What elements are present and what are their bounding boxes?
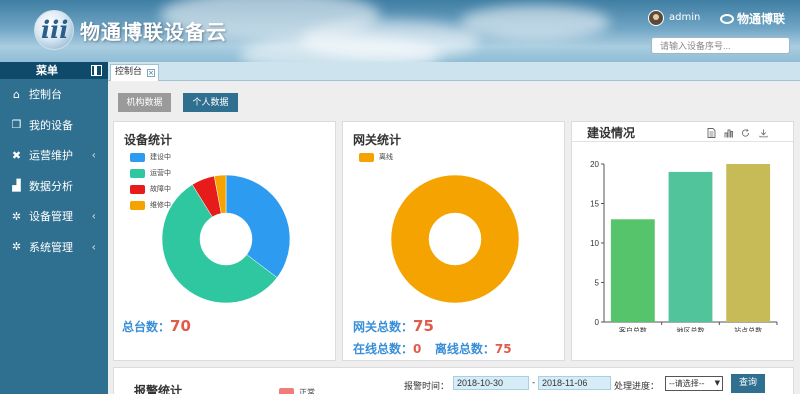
query-button[interactable]: 查询 xyxy=(731,374,765,393)
alarm-legend-label: 正常 xyxy=(299,388,315,394)
bar-chart-icon[interactable] xyxy=(724,128,733,138)
sidebar-item-label: 数据分析 xyxy=(29,179,73,193)
tab-bar: 控制台 × xyxy=(108,62,800,81)
logo-icon: iii xyxy=(34,10,74,50)
sidebar-item-label: 系统管理 xyxy=(29,240,73,254)
home-icon: ⌂ xyxy=(13,87,20,101)
x-tick-label: 地区总数 xyxy=(677,326,705,332)
gateway-total: 网关总数：75 xyxy=(353,317,434,335)
gateway-stats-card: 网关统计 离线 网关总数：75 在线总数：0 离线总数：75 xyxy=(342,121,565,361)
document-icon[interactable] xyxy=(707,128,716,138)
personal-data-button[interactable]: 个人数据 xyxy=(183,93,238,112)
org-data-button[interactable]: 机构数据 xyxy=(118,93,171,112)
sidebar-item-5[interactable]: ✲ 系统管理 ‹ xyxy=(0,232,108,263)
gateway-pie-chart xyxy=(390,174,520,304)
alarm-stats-card: 报警统计 正常 报警时间： 2018-10-30 - 2018-11-06 处理… xyxy=(113,367,794,394)
tab-dashboard[interactable]: 控制台 × xyxy=(110,64,160,81)
alarm-legend: 正常 xyxy=(279,387,315,394)
y-tick-label: 15 xyxy=(590,200,599,209)
device-total-value: 70 xyxy=(170,317,191,335)
device-stats-card: 设备统计 建设中 运营中 故障中 维修中 总台数：70 xyxy=(113,121,336,361)
y-tick-label: 5 xyxy=(595,279,600,288)
pie-slice[interactable] xyxy=(225,174,291,278)
gear-icon: ✲ xyxy=(11,240,22,254)
x-tick-label: 客户总数 xyxy=(619,326,647,332)
tab-label: 控制台 xyxy=(115,67,143,77)
progress-select[interactable]: --请选择-- ▼ xyxy=(665,376,723,391)
x-tick-label: 站点总数 xyxy=(734,326,762,332)
copy-icon: ❐ xyxy=(11,118,22,132)
construction-title: 建设情况 xyxy=(587,126,636,140)
logo-glyph: iii xyxy=(41,15,69,44)
date-from-input[interactable]: 2018-10-30 xyxy=(453,376,529,390)
menu-label: 菜单 xyxy=(36,64,58,77)
sidebar-item-label: 运营维护 xyxy=(29,149,73,163)
brand-icon xyxy=(720,14,734,24)
device-total: 总台数：70 xyxy=(122,317,191,335)
tools-icon: ✖ xyxy=(11,148,22,162)
pie-slice[interactable] xyxy=(390,174,520,304)
sidebar-item-1[interactable]: ❐ 我的设备 xyxy=(0,110,108,141)
device-total-label: 总台数： xyxy=(122,320,171,334)
menu-toggle-icon[interactable] xyxy=(91,65,102,76)
y-tick-label: 0 xyxy=(595,318,600,327)
date-separator: - xyxy=(532,378,536,388)
sidebar-item-2[interactable]: ✖ 运营维护 ‹ xyxy=(0,140,108,171)
chevron-left-icon: ‹ xyxy=(91,148,96,162)
progress-select-value: --请选择-- xyxy=(669,379,705,388)
app-header: iii 物通博联设备云 admin 物通博联 xyxy=(0,0,800,62)
y-tick-label: 10 xyxy=(590,239,599,248)
username[interactable]: admin xyxy=(669,12,700,23)
date-to-input[interactable]: 2018-11-06 xyxy=(538,376,611,390)
alarm-legend-swatch xyxy=(279,388,294,394)
device-pie-chart xyxy=(161,174,291,304)
gateway-total-label: 网关总数： xyxy=(353,320,414,334)
progress-label: 处理进度： xyxy=(614,382,660,392)
sidebar-item-label: 我的设备 xyxy=(29,118,73,132)
alarm-time-label: 报警时间： xyxy=(404,382,450,392)
sidebar-item-3[interactable]: ▟ 数据分析 xyxy=(0,171,108,202)
alarm-stats-title: 报警统计 xyxy=(134,384,183,394)
sidebar-item-0[interactable]: ⌂ 控制台 xyxy=(0,79,108,110)
construction-card: 建设情况 0 5 10 15 20 客户总数 地区总数 站点总数 xyxy=(571,121,794,361)
gateway-total-value: 75 xyxy=(413,317,434,335)
gear-icon: ✲ xyxy=(11,209,22,223)
sidebar-item-label: 控制台 xyxy=(29,88,62,102)
gateway-online-offline: 在线总数：0 离线总数：75 xyxy=(353,340,512,357)
avatar[interactable] xyxy=(648,10,664,26)
y-tick-label: 20 xyxy=(590,160,599,169)
sidebar-item-4[interactable]: ✲ 设备管理 ‹ xyxy=(0,201,108,232)
refresh-icon[interactable] xyxy=(741,128,750,138)
chevron-down-icon: ▼ xyxy=(714,379,720,387)
construction-bar-chart: 0 5 10 15 20 客户总数 地区总数 站点总数 xyxy=(590,160,778,332)
bar[interactable] xyxy=(610,219,655,322)
menu-header: 菜单 xyxy=(0,62,108,79)
bar[interactable] xyxy=(668,171,713,322)
offline-value: 75 xyxy=(494,342,512,356)
download-icon[interactable] xyxy=(759,128,768,138)
brand-name: 物通博联 xyxy=(737,12,786,26)
main-content: 机构数据 个人数据 设备统计 建设中 运营中 故障中 维修中 总台数：70 网关统计 … xyxy=(108,81,800,394)
sidebar: 菜单 ⌂ 控制台 ❐ 我的设备 ✖ 运营维护 ‹ ▟ 数据分析 ✲ 设备管理 ‹ ✲ 系统管理 ‹ xyxy=(0,62,108,394)
online-value: 0 xyxy=(413,342,422,356)
sidebar-item-label: 设备管理 xyxy=(29,210,73,224)
app-title: 物通博联设备云 xyxy=(80,20,227,44)
brand-logo: 物通博联 xyxy=(720,10,785,27)
online-label: 在线总数： xyxy=(353,342,414,356)
chart-icon: ▟ xyxy=(12,179,21,193)
close-icon[interactable]: × xyxy=(147,69,156,77)
bar[interactable] xyxy=(726,164,771,322)
offline-label: 离线总数： xyxy=(434,342,495,356)
chevron-left-icon: ‹ xyxy=(91,209,96,223)
chevron-left-icon: ‹ xyxy=(91,240,96,254)
device-search-input[interactable] xyxy=(651,37,790,54)
